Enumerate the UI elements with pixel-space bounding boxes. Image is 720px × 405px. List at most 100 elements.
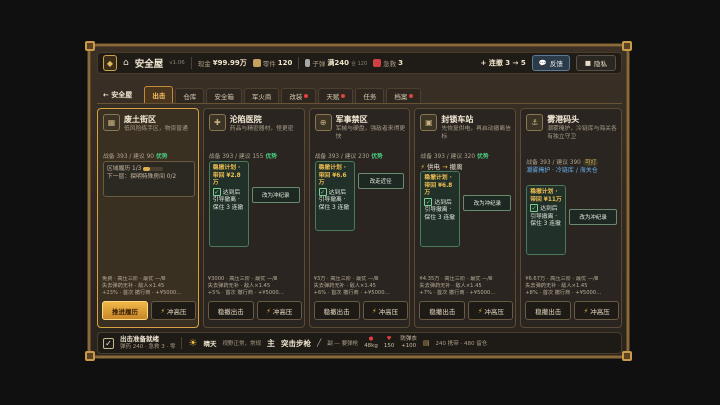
high-pressure-button[interactable]: ⚡ 冲高压 xyxy=(362,301,408,320)
tab-warehouse[interactable]: 仓库 xyxy=(175,88,205,103)
heart-icon: ● xyxy=(368,336,374,342)
footer-line: ¥3000 · 高压三阶 · 最优 —/Ⅲ xyxy=(207,276,278,282)
parts-value: 120 xyxy=(277,59,293,67)
extract-streak: + 连撤 3 → 5 xyxy=(480,59,526,67)
frame-corner xyxy=(85,41,95,51)
medkit-value: 3 xyxy=(398,59,404,67)
zone-card-harbor[interactable]: ⚓ 雾港码头 潮雾掩护，冷链库与海关各有独立守卫 战备 393 / 建议 390… xyxy=(520,108,622,328)
divider xyxy=(181,337,183,349)
high-pressure-button[interactable]: ⚡ 冲高压 xyxy=(151,301,196,320)
plan-title: 稳撤计划 · 带回 ¥2.8万 xyxy=(212,165,241,186)
loadout-bar: ✓ 出击准备就绪 弹药 240 · 急救 3 · 零 ☀ 晴天 视野正常，常规 … xyxy=(97,332,622,354)
zone-card-hospital[interactable]: ✚ 沦陷医院 药品与精密器材，怪更密 战备 393 / 建议 155 优势 稳撤计… xyxy=(202,108,305,328)
power-badge: 优势 xyxy=(477,154,489,160)
safe-sortie-button[interactable]: 稳撤出击 xyxy=(207,301,254,320)
primary-weapon[interactable]: 突击步枪 xyxy=(281,338,311,349)
button-label: 冲高压 xyxy=(484,307,504,316)
ready-title: 出击准备就绪 xyxy=(120,335,159,343)
frame-corner xyxy=(622,41,632,51)
sun-icon: ☀ xyxy=(188,337,198,349)
medkit-stat: 急救 3 xyxy=(373,58,403,68)
footer-line: +6% · 首次 撤行商 · +¥5000… xyxy=(313,290,390,296)
safe-extract-plan: 稳撤计划 · 带回 ¥11万 ✓ 达到后引导撤离 · 保住 3 连撤 xyxy=(526,185,567,255)
button-label: 冲高压 xyxy=(167,307,187,316)
tab-mods[interactable]: 改装 xyxy=(281,88,317,103)
ready-info: 出击准备就绪 弹药 240 · 急救 3 · 零 xyxy=(120,335,175,351)
health-value: 150 xyxy=(383,343,395,349)
notification-dot xyxy=(304,94,309,98)
bolt-icon: ⚡ xyxy=(372,306,377,315)
tab-talent[interactable]: 天赋 xyxy=(318,88,354,103)
zone-desc: 先恢复供电，再启动撤离信标 xyxy=(441,126,511,140)
safe-sortie-button[interactable]: 稳撤出击 xyxy=(419,301,466,320)
zone-card-station[interactable]: ▣ 封锁车站 先恢复供电，再启动撤离信标 战备 393 / 建议 320 优势 ⚡… xyxy=(414,108,517,328)
ammo-label: 子弹 xyxy=(312,60,326,68)
high-pressure-button[interactable]: ⚡ 冲高压 xyxy=(256,301,302,320)
lock-icon: ▣ xyxy=(420,114,438,131)
bolt-icon: ⚡ xyxy=(583,306,589,315)
zone-power: 战备 393 / 建议 90 优势 xyxy=(103,151,168,160)
high-pressure-button[interactable]: ⚡ 冲高压 xyxy=(468,301,514,320)
record-title: 区域履历 1/3 xyxy=(107,166,142,172)
health-icon: ♥ xyxy=(386,336,392,342)
power-text: 战备 393 / 建议 155 xyxy=(208,154,264,160)
zone-desc: 潮雾掩护，冷链库与海关各有独立守卫 xyxy=(547,126,617,140)
safe-sortie-button[interactable]: 稳撤出击 xyxy=(525,301,572,320)
top-status-bar: ◆ ⌂ 安全屋 v1.06 现金 ¥99.99万 零件 120 子弹 满240 … xyxy=(97,52,622,74)
tab-safebox[interactable]: 安全箱 xyxy=(206,88,242,103)
feedback-button[interactable]: 💬 反馈 xyxy=(531,55,570,71)
footer-line: 失去弹药无补 · 敌人×1.45 xyxy=(525,283,588,289)
cash-label: 现金 xyxy=(197,60,211,68)
safe-sortie-button[interactable]: 稳撤出击 xyxy=(313,301,360,320)
footer-line: +7% · 首次 撤行商 · +¥5000… xyxy=(419,290,496,296)
tab-archive[interactable]: 档案 xyxy=(386,88,422,103)
footer-line: +8% · 首次 撤行商 · +¥5000… xyxy=(525,290,602,296)
zone-card-military[interactable]: ⊕ 军事禁区 军械与硬盘，强敌者来得更快 战备 393 / 建议 230 优势 稳… xyxy=(308,108,411,328)
armor-value: +100 xyxy=(401,343,417,349)
target-icon: ⊕ xyxy=(314,114,332,131)
footer-line: 失去弹药无补 · 敌人×1.45 xyxy=(102,283,165,289)
chat-icon: 💬 xyxy=(538,59,547,67)
switch-record-button[interactable]: 改为冲纪录 xyxy=(569,209,618,225)
tab-label: 档案 xyxy=(394,93,408,101)
zone-card-wasteland[interactable]: ▦ 废土街区 低风险练手区，物资普通 战备 393 / 建议 90 优势 区域履历… xyxy=(97,108,199,328)
cash-stat: 现金 ¥99.99万 xyxy=(198,58,247,68)
footer-line: ¥6.67万 · 高压三阶 · 最优 —/Ⅲ xyxy=(525,276,599,282)
back-to-safehouse-tab[interactable]: ← 安全屋 xyxy=(97,87,138,103)
secondary-weapon[interactable]: 副 — 要弹枪 xyxy=(327,339,358,347)
switch-record-button[interactable]: 改为冲纪录 xyxy=(463,195,512,211)
tab-label: 任务 xyxy=(363,93,377,101)
zone-power: 战备 393 / 建议 230 优势 xyxy=(315,151,383,160)
advance-record-button[interactable]: 推进履历 xyxy=(102,301,148,320)
record-next: 下一层：探明特殊房间 0/2 xyxy=(107,174,177,180)
health-stat: ♥ 150 xyxy=(384,336,395,350)
parts-label: 零件 xyxy=(262,60,276,68)
tab-arms-dealer[interactable]: 军火商 xyxy=(243,88,280,103)
high-pressure-button[interactable]: ⚡ 冲高压 xyxy=(574,301,620,320)
footer-line: +23% · 首次 撤行商 · +¥5000… xyxy=(102,290,182,296)
ready-checkbox[interactable]: ✓ xyxy=(103,337,114,349)
tab-tasks[interactable]: 任务 xyxy=(355,88,385,103)
switch-record-button[interactable]: 改为冲纪录 xyxy=(251,187,300,203)
power-text: 战备 393 / 建议 230 xyxy=(314,154,370,160)
tab-sortie[interactable]: 出击 xyxy=(144,86,174,103)
bullet-icon xyxy=(305,59,311,67)
button-label: 冲高压 xyxy=(590,307,610,316)
carry-capacity: 240 携带 · 480 留仓 xyxy=(435,341,488,347)
divider xyxy=(298,57,300,69)
tab-label: 出击 xyxy=(152,92,166,100)
armor-stat: 防弹衣 +100 xyxy=(400,336,417,350)
feedback-label: 反馈 xyxy=(549,60,563,68)
gear-icon xyxy=(252,59,261,67)
privacy-button[interactable]: ■ 隐私 xyxy=(575,55,616,71)
medkit-label: 急救 xyxy=(383,60,397,68)
objective-a: 供电 xyxy=(427,163,441,171)
zone-footer: ¥3000 · 高压三阶 · 最优 —/Ⅲ 失去弹药无补 · 敌人×1.45 +… xyxy=(208,276,302,297)
zone-desc: 军械与硬盘，强敌者来得更快 xyxy=(335,126,406,140)
power-badge: 优势 xyxy=(371,154,383,160)
switch-route-button[interactable]: 改走近径 xyxy=(357,173,404,189)
main-window: ◆ ⌂ 安全屋 v1.06 现金 ¥99.99万 零件 120 子弹 满240 … xyxy=(85,41,632,361)
zone-name: 沦陷医院 xyxy=(229,115,262,124)
zone-name: 封锁车站 xyxy=(441,115,474,124)
zone-record-panel: 区域履历 1/3 下一层：探明特殊房间 0/2 xyxy=(103,161,195,197)
